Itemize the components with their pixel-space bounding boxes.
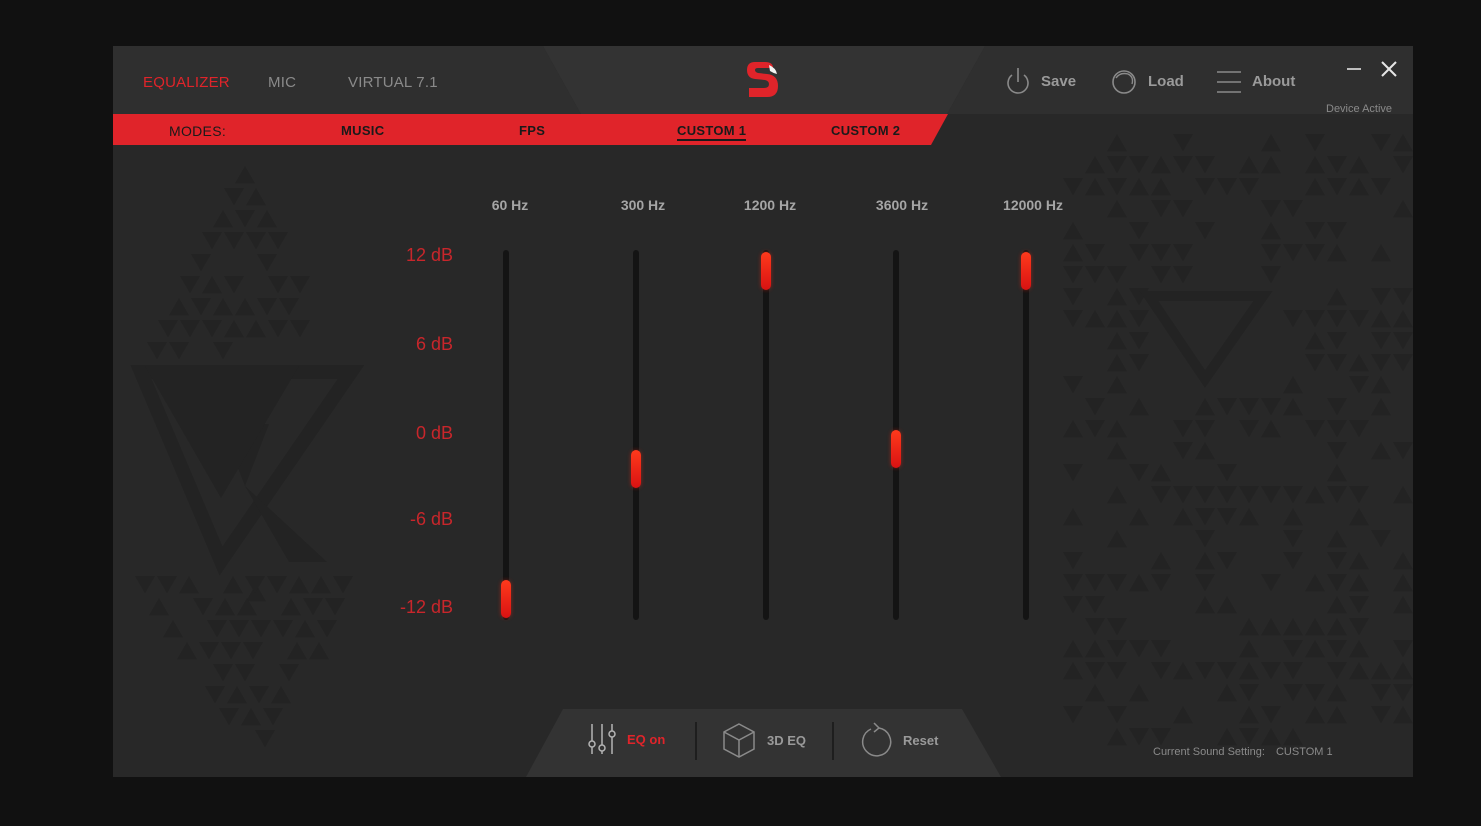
slider-track-1200hz[interactable] [761, 250, 771, 620]
about-button[interactable]: About [1216, 66, 1295, 96]
hamburger-menu-icon [1217, 71, 1241, 93]
tab-equalizer[interactable]: EQUALIZER [143, 74, 230, 91]
minimize-icon[interactable] [1343, 58, 1365, 80]
3d-eq-button[interactable]: 3D EQ [721, 722, 806, 758]
save-button[interactable]: Save [1005, 66, 1076, 96]
device-status: Device Active [1326, 103, 1393, 115]
freq-label-1200hz: 1200 Hz [743, 197, 797, 213]
about-label: About [1252, 72, 1296, 90]
freq-label-3600hz: 3600 Hz [875, 197, 929, 213]
db-label-6: 6 dB [415, 334, 453, 354]
db-label-minus-6: -6 dB [409, 509, 453, 529]
current-sound-setting-value: CUSTOM 1 [1275, 746, 1333, 758]
brand-logo [747, 62, 778, 97]
tab-virtual-7-1[interactable]: VIRTUAL 7.1 [348, 74, 438, 91]
freq-label-12000hz: 12000 Hz [1003, 197, 1063, 213]
slider-thumb-60hz[interactable] [501, 580, 511, 618]
slider-thumb-1200hz[interactable] [761, 252, 771, 290]
mode-custom-1[interactable]: CUSTOM 1 [677, 123, 747, 141]
mode-fps[interactable]: FPS [519, 123, 545, 138]
equalizer-window: EQUALIZER MIC VIRTUAL 7.1 Save Load Abou… [113, 46, 1413, 777]
slider-thumb-3600hz[interactable] [891, 429, 901, 468]
save-label: Save [1041, 72, 1077, 90]
db-label-12: 12 dB [405, 245, 453, 265]
slider-track-3600hz[interactable] [891, 250, 901, 620]
reset-icon [861, 722, 892, 757]
slider-thumb-12000hz[interactable] [1021, 252, 1031, 290]
eq-on-button[interactable]: EQ on [587, 722, 665, 756]
slider-track-300hz[interactable] [631, 250, 641, 620]
slider-track-60hz[interactable] [501, 250, 511, 620]
freq-label-300hz: 300 Hz [620, 197, 666, 213]
slider-thumb-300hz[interactable] [631, 450, 641, 489]
current-sound-setting: Current Sound Setting: CUSTOM 1 [1153, 746, 1333, 758]
current-sound-setting-label: Current Sound Setting: [1153, 746, 1265, 758]
freq-label-60hz: 60 Hz [491, 197, 529, 213]
load-swirl-icon [1112, 70, 1136, 94]
bottom-divider [695, 722, 697, 760]
db-label-0: 0 dB [415, 423, 453, 443]
eq-on-label: EQ on [627, 731, 666, 747]
modes-label: MODES: [169, 123, 227, 139]
tab-mic[interactable]: MIC [268, 74, 296, 91]
sliders-icon [588, 724, 616, 754]
power-icon [1007, 68, 1029, 94]
reset-label: Reset [903, 732, 939, 748]
mode-music[interactable]: MUSIC [341, 123, 384, 138]
db-label-minus-12: -12 dB [399, 597, 453, 617]
reset-button[interactable]: Reset [859, 722, 938, 758]
load-label: Load [1148, 72, 1184, 90]
cube-icon [723, 723, 755, 758]
bottom-divider [832, 722, 834, 760]
mode-custom-2[interactable]: CUSTOM 2 [831, 123, 900, 138]
3d-eq-label: 3D EQ [767, 732, 807, 748]
load-button[interactable]: Load [1110, 66, 1184, 96]
close-icon[interactable] [1378, 58, 1400, 80]
slider-track-12000hz[interactable] [1021, 250, 1031, 620]
